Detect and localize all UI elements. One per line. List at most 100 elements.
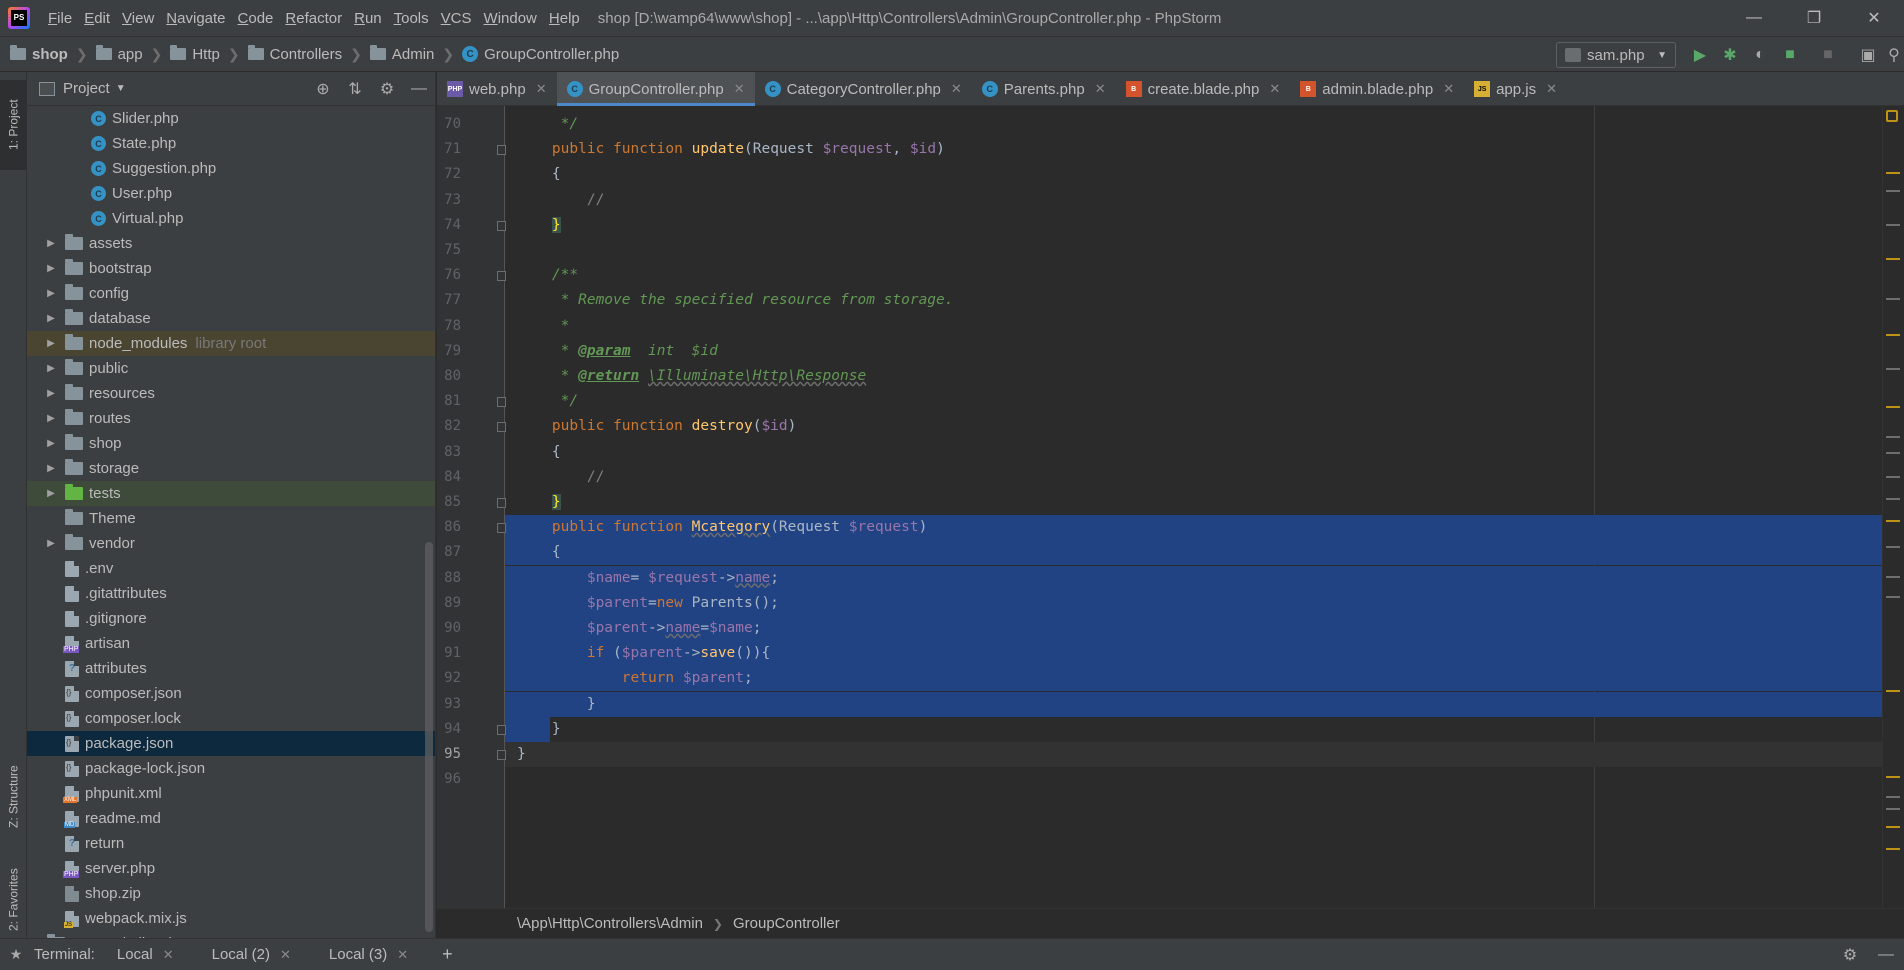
close-tab-icon[interactable]: ✕ (397, 947, 408, 963)
code-line[interactable]: 91 if ($parent->save()){ (437, 641, 1904, 666)
editor-tab[interactable]: C CategoryController.php ✕ (755, 72, 972, 106)
code-line[interactable]: 70 */ (437, 112, 1904, 137)
fold-marker-icon[interactable] (497, 271, 506, 282)
tree-item[interactable]: webpack.mix.js (27, 906, 435, 931)
gear-icon[interactable]: ⚙ (371, 79, 403, 99)
chevron-right-icon[interactable]: ▶ (45, 463, 57, 474)
warning-marker[interactable] (1886, 406, 1900, 408)
tree-item[interactable]: ▶ tests (27, 481, 435, 506)
tree-item[interactable]: composer.lock (27, 706, 435, 731)
code-line[interactable]: 78 * (437, 314, 1904, 339)
tool-tab-favorites[interactable]: 2: Favorites (0, 862, 27, 938)
info-marker[interactable] (1886, 190, 1900, 192)
hide-icon[interactable]: — (403, 80, 435, 98)
tree-item[interactable]: artisan (27, 631, 435, 656)
code-line[interactable]: 85 } (437, 490, 1904, 515)
breadcrumb-item[interactable]: Controllers (247, 45, 342, 63)
editor-tab[interactable]: PHP web.php ✕ (437, 72, 557, 106)
close-tab-icon[interactable]: ✕ (163, 947, 174, 963)
tree-item[interactable]: package.json (27, 731, 435, 756)
terminal-tab[interactable]: Local (3) ✕ (321, 946, 416, 963)
breadcrumb-namespace[interactable]: \App\Http\Controllers\Admin (517, 915, 703, 932)
tree-item[interactable]: readme.md (27, 806, 435, 831)
tree-item[interactable]: package-lock.json (27, 756, 435, 781)
info-marker[interactable] (1886, 452, 1900, 454)
fold-marker-icon[interactable] (497, 145, 506, 156)
tree-item[interactable]: C Suggestion.php (27, 156, 435, 181)
code-line[interactable]: 83 { (437, 440, 1904, 465)
tree-item[interactable]: phpunit.xml (27, 781, 435, 806)
run-icon[interactable]: ▶ (1690, 45, 1710, 65)
tree-item[interactable]: C Slider.php (27, 106, 435, 131)
code-line[interactable]: 96 (437, 767, 1904, 792)
fold-marker-icon[interactable] (497, 523, 506, 534)
code-line[interactable]: 89 $parent=new Parents(); (437, 591, 1904, 616)
chevron-right-icon[interactable]: ▶ (45, 388, 57, 399)
error-stripe[interactable] (1882, 106, 1904, 908)
tree-item[interactable]: shop.zip (27, 881, 435, 906)
chevron-right-icon[interactable]: ▶ (45, 288, 57, 299)
debug-icon[interactable]: ✱ (1720, 45, 1740, 65)
tree-item[interactable]: attributes (27, 656, 435, 681)
editor-tab[interactable]: C Parents.php ✕ (972, 72, 1116, 106)
close-tab-icon[interactable]: ✕ (536, 81, 547, 97)
info-marker[interactable] (1886, 498, 1900, 500)
project-scrollbar[interactable] (425, 542, 433, 932)
tree-item[interactable]: Theme (27, 506, 435, 531)
tree-item[interactable]: C User.php (27, 181, 435, 206)
close-tab-icon[interactable]: ✕ (1269, 81, 1280, 97)
profile-icon[interactable]: ■ (1780, 45, 1800, 65)
breadcrumb-class[interactable]: GroupController (733, 915, 840, 932)
info-marker[interactable] (1886, 476, 1900, 478)
locate-icon[interactable]: ⊕ (307, 79, 339, 99)
warning-marker[interactable] (1886, 172, 1900, 174)
info-marker[interactable] (1886, 576, 1900, 578)
code-line[interactable]: 90 $parent->name=$name; (437, 616, 1904, 641)
chevron-right-icon[interactable]: ▶ (45, 413, 57, 424)
info-marker[interactable] (1886, 808, 1900, 810)
tree-item[interactable]: ▶ database (27, 306, 435, 331)
tree-item[interactable]: ▶ vendor (27, 531, 435, 556)
code-line[interactable]: 87 { (437, 540, 1904, 565)
window-layout-icon[interactable]: ▣ (1858, 45, 1878, 65)
chevron-right-icon[interactable]: ▶ (45, 438, 57, 449)
warning-icon[interactable] (1886, 110, 1898, 122)
menu-tools[interactable]: Tools (388, 10, 435, 27)
code-line[interactable]: 93 } (437, 692, 1904, 717)
tree-item[interactable]: ▶ node_modules library root (27, 331, 435, 356)
warning-marker[interactable] (1886, 690, 1900, 692)
terminal-tab[interactable]: Local (2) ✕ (204, 946, 299, 963)
tree-item[interactable]: ▶ storage (27, 456, 435, 481)
chevron-down-icon[interactable]: ▼ (116, 83, 126, 94)
code-line[interactable]: 82 public function destroy($id) (437, 414, 1904, 439)
menu-help[interactable]: Help (543, 10, 586, 27)
stop-icon[interactable]: ■ (1818, 45, 1838, 65)
tree-item[interactable]: ▶ resources (27, 381, 435, 406)
code-line[interactable]: 73 // (437, 188, 1904, 213)
tree-item[interactable]: server.php (27, 856, 435, 881)
warning-marker[interactable] (1886, 520, 1900, 522)
tree-item[interactable]: .env (27, 556, 435, 581)
minimize-icon[interactable]: — (1724, 0, 1784, 36)
warning-marker[interactable] (1886, 848, 1900, 850)
tree-item[interactable]: ▶ shop (27, 431, 435, 456)
close-tab-icon[interactable]: ✕ (1546, 81, 1557, 97)
tree-item[interactable]: ▶External Libraries (27, 931, 435, 938)
info-marker[interactable] (1886, 224, 1900, 226)
code-line[interactable]: 80 * @return \Illuminate\Http\Response (437, 364, 1904, 389)
tree-item[interactable]: ▶ routes (27, 406, 435, 431)
chevron-right-icon[interactable]: ▶ (45, 363, 57, 374)
close-tab-icon[interactable]: ✕ (951, 81, 962, 97)
code-line[interactable]: 95} (437, 742, 1904, 767)
info-marker[interactable] (1886, 368, 1900, 370)
new-terminal-button[interactable]: + (442, 944, 453, 965)
tree-item[interactable]: .gitattributes (27, 581, 435, 606)
code-line[interactable]: 92 return $parent; (437, 666, 1904, 691)
close-tab-icon[interactable]: ✕ (280, 947, 291, 963)
menu-vcs[interactable]: VCS (435, 10, 478, 27)
code-line[interactable]: 75 (437, 238, 1904, 263)
info-marker[interactable] (1886, 546, 1900, 548)
coverage-icon[interactable]: ◐ (1750, 45, 1770, 65)
tree-item[interactable]: C Virtual.php (27, 206, 435, 231)
tree-item[interactable]: return (27, 831, 435, 856)
